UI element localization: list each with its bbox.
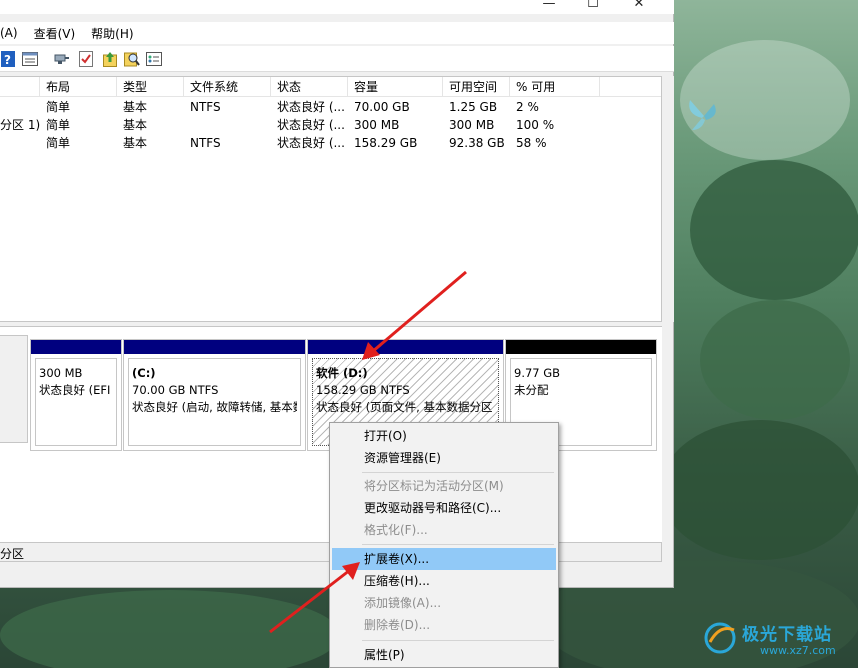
cell-status: 状态良好 (... bbox=[277, 136, 345, 150]
partition-status: 状态良好 (页面文件, 基本数据分区 bbox=[316, 400, 493, 414]
partition-bar bbox=[124, 340, 305, 354]
partition-c[interactable]: (C:) 70.00 GB NTFS 状态良好 (启动, 故障转储, 基本数 bbox=[123, 339, 306, 451]
menu-item-explorer[interactable]: 资源管理器(E) bbox=[332, 447, 556, 469]
cell-volume: 分区 1) bbox=[0, 118, 40, 132]
menu-action[interactable]: (A) bbox=[0, 26, 26, 40]
context-menu: 打开(O) 资源管理器(E) 将分区标记为活动分区(M) 更改驱动器号和路径(C… bbox=[329, 422, 559, 668]
partition-bar bbox=[31, 340, 121, 354]
menu-item-properties[interactable]: 属性(P) bbox=[332, 644, 556, 666]
cell-filesystem: NTFS bbox=[190, 136, 221, 150]
menu-view[interactable]: 查看(V) bbox=[26, 25, 84, 42]
up-icon[interactable] bbox=[102, 51, 118, 67]
menu-item-delete-volume[interactable]: 删除卷(D)... bbox=[332, 614, 556, 636]
col-volume[interactable] bbox=[0, 77, 40, 97]
table-row[interactable]: 分区 1) 简单 基本 状态良好 (... 300 MB 300 MB 100 … bbox=[0, 116, 661, 134]
volume-list: 布局 类型 文件系统 状态 容量 可用空间 % 可用 简单 基本 NTFS 状态… bbox=[0, 76, 662, 322]
disk-label[interactable] bbox=[0, 335, 28, 443]
partition-body: (C:) 70.00 GB NTFS 状态良好 (启动, 故障转储, 基本数 bbox=[128, 358, 301, 446]
toolbar: ? bbox=[0, 46, 674, 72]
col-layout[interactable]: 布局 bbox=[40, 77, 117, 97]
partition-title: 软件 (D:) bbox=[316, 366, 368, 380]
search-icon[interactable] bbox=[124, 51, 140, 67]
partition-title: (C:) bbox=[132, 366, 156, 380]
partition-bar bbox=[308, 340, 503, 354]
cell-percent-free: 100 % bbox=[516, 118, 555, 132]
minimize-button[interactable]: — bbox=[526, 0, 572, 14]
menu-item-change-drive-letter[interactable]: 更改驱动器号和路径(C)... bbox=[332, 497, 556, 519]
cell-type: 基本 bbox=[123, 118, 148, 132]
menu-item-mark-active[interactable]: 将分区标记为活动分区(M) bbox=[332, 475, 556, 497]
cell-type: 基本 bbox=[123, 100, 148, 114]
menu-item-add-mirror[interactable]: 添加镜像(A)... bbox=[332, 592, 556, 614]
menu-item-shrink-volume[interactable]: 压缩卷(H)... bbox=[332, 570, 556, 592]
cell-capacity: 300 MB bbox=[354, 118, 400, 132]
partition-size: 300 MB bbox=[39, 366, 83, 380]
watermark-url: www.xz7.com bbox=[760, 644, 836, 657]
col-type[interactable]: 类型 bbox=[117, 77, 184, 97]
cell-type: 基本 bbox=[123, 136, 148, 150]
menu-item-format[interactable]: 格式化(F)... bbox=[332, 519, 556, 541]
properties-icon[interactable] bbox=[22, 51, 38, 67]
cell-status: 状态良好 (... bbox=[277, 118, 345, 132]
col-filesystem[interactable]: 文件系统 bbox=[184, 77, 271, 97]
cell-percent-free: 2 % bbox=[516, 100, 539, 114]
help-icon[interactable]: ? bbox=[0, 51, 16, 67]
cell-filesystem bbox=[184, 116, 190, 134]
cell-layout: 简单 bbox=[46, 118, 71, 132]
cell-layout: 简单 bbox=[46, 136, 71, 150]
partition-status: 状态良好 (EFI 系 bbox=[39, 383, 113, 397]
menu-item-extend-volume[interactable]: 扩展卷(X)... bbox=[332, 548, 556, 570]
cell-free-space: 300 MB bbox=[449, 118, 495, 132]
cell-filesystem: NTFS bbox=[190, 100, 221, 114]
cell-layout: 简单 bbox=[46, 100, 71, 114]
cell-percent-free: 58 % bbox=[516, 136, 547, 150]
cell-capacity: 70.00 GB bbox=[354, 100, 410, 114]
partition-bar bbox=[506, 340, 656, 354]
menu-bar: (A) 查看(V) 帮助(H) bbox=[0, 22, 674, 44]
watermark-text: 极光下载站 bbox=[742, 625, 832, 645]
menu-help[interactable]: 帮助(H) bbox=[83, 25, 141, 42]
cell-free-space: 1.25 GB bbox=[449, 100, 498, 114]
check-icon[interactable] bbox=[78, 51, 94, 67]
partition-efi[interactable]: 300 MB 状态良好 (EFI 系 bbox=[30, 339, 122, 451]
volume-list-header: 布局 类型 文件系统 状态 容量 可用空间 % 可用 bbox=[0, 77, 661, 97]
menu-separator bbox=[362, 472, 554, 473]
menu-separator bbox=[362, 544, 554, 545]
menu-separator bbox=[362, 640, 554, 641]
partition-size: 158.29 GB NTFS bbox=[316, 383, 410, 397]
col-capacity[interactable]: 容量 bbox=[348, 77, 443, 97]
partition-status: 未分配 bbox=[514, 383, 549, 397]
table-row[interactable]: 简单 基本 NTFS 状态良好 (... 70.00 GB 1.25 GB 2 … bbox=[0, 98, 661, 116]
col-percent-free[interactable]: % 可用 bbox=[510, 77, 600, 97]
partition-size: 70.00 GB NTFS bbox=[132, 383, 219, 397]
partition-size: 9.77 GB bbox=[514, 366, 561, 380]
settings-icon[interactable] bbox=[146, 51, 162, 67]
connect-icon[interactable] bbox=[54, 51, 70, 67]
menu-item-open[interactable]: 打开(O) bbox=[332, 425, 556, 447]
watermark-logo-icon bbox=[704, 622, 736, 654]
partition-status: 状态良好 (启动, 故障转储, 基本数 bbox=[132, 400, 297, 414]
cell-status: 状态良好 (... bbox=[277, 100, 345, 114]
cell-capacity: 158.29 GB bbox=[354, 136, 418, 150]
cell-free-space: 92.38 GB bbox=[449, 136, 505, 150]
title-bar: — ☐ ✕ bbox=[0, 0, 674, 14]
col-status[interactable]: 状态 bbox=[271, 77, 348, 97]
maximize-button[interactable]: ☐ bbox=[570, 0, 616, 14]
vertical-scrollbar[interactable] bbox=[662, 76, 674, 322]
cell-volume bbox=[0, 134, 40, 152]
site-watermark: 极光下载站 www.xz7.com bbox=[700, 616, 850, 660]
cell-volume bbox=[0, 98, 40, 116]
close-button[interactable]: ✕ bbox=[616, 0, 662, 14]
butterfly-icon bbox=[689, 100, 716, 130]
table-row[interactable]: 简单 基本 NTFS 状态良好 (... 158.29 GB 92.38 GB … bbox=[0, 134, 661, 152]
partition-body: 300 MB 状态良好 (EFI 系 bbox=[35, 358, 117, 446]
status-text: 分区 bbox=[0, 547, 25, 561]
svg-text:?: ? bbox=[4, 53, 11, 67]
col-free-space[interactable]: 可用空间 bbox=[443, 77, 510, 97]
